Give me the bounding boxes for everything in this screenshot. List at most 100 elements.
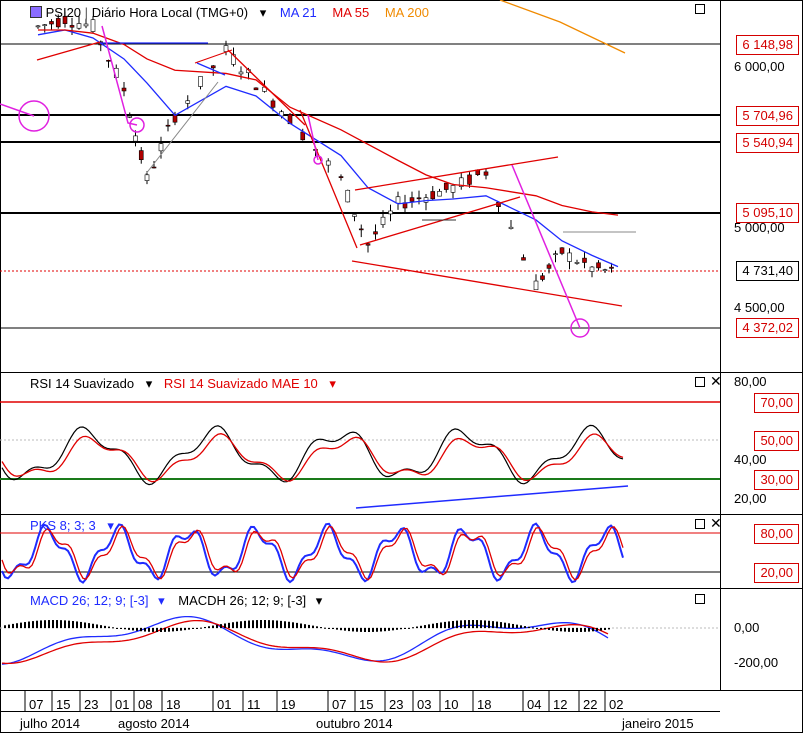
chart-window: { "panels": { "price": { "symbol": "PSI2… (0, 0, 803, 733)
macd-histogram-bar (532, 627, 534, 629)
candle (589, 266, 595, 272)
candle (380, 216, 386, 225)
maximize-button[interactable] (695, 594, 705, 604)
candle (49, 21, 54, 25)
macd-histogram-bar (344, 628, 346, 631)
candle (238, 71, 244, 75)
dropdown-icon[interactable]: ▾ (158, 593, 165, 608)
series-ma-55 (38, 29, 619, 216)
macd-histogram-bar (4, 625, 6, 628)
dropdown-icon[interactable]: ▾ (329, 376, 336, 391)
macd-histogram-bar (44, 620, 46, 628)
y-tick: 0,00 (734, 620, 760, 635)
maximize-button[interactable] (695, 519, 705, 529)
macd-histogram-bar (408, 627, 410, 629)
dropdown-icon[interactable]: ▾ (316, 593, 323, 608)
macd-histogram-bar (488, 620, 490, 628)
dropdown-icon[interactable]: ▾ (107, 518, 114, 533)
macd-histogram-bar (496, 621, 498, 628)
candle (553, 253, 558, 256)
macd-histogram-bar (436, 623, 438, 628)
macd-histogram-bar (552, 628, 554, 631)
candle (409, 197, 415, 202)
candle (144, 174, 150, 181)
rsi-panel-title[interactable]: RSI 14 Suavizado ▾ RSI 14 Suavizado MAE … (30, 376, 336, 392)
macd-histogram-bar (80, 621, 82, 628)
swing-line (307, 114, 319, 161)
macd-histogram-bar (136, 628, 138, 631)
legend-ma21[interactable]: MA 21 (280, 5, 317, 20)
macd-histogram-bar (304, 624, 306, 628)
macd-histogram-bar (172, 628, 174, 632)
close-icon[interactable]: ✕ (710, 375, 722, 389)
candle (373, 231, 378, 235)
level-label: 4 372,02 (736, 318, 799, 338)
macd-histogram-bar (456, 620, 458, 628)
price-panel-title[interactable]: PSI20 | Diário Hora Local (TMG+0) ▾ MA 2… (30, 5, 429, 21)
macd-histogram-bar (608, 628, 610, 630)
macd-histogram-bar (60, 620, 62, 628)
rsi-ma-line (1, 433, 624, 483)
macd-histogram-bar (284, 621, 286, 628)
macd-histogram-bar (132, 628, 134, 631)
date-label: 10 (444, 697, 459, 712)
candle (35, 25, 41, 28)
symbol-icon (30, 6, 42, 18)
candle (582, 257, 587, 263)
macd-histogram-bar (268, 620, 270, 628)
candle (395, 196, 401, 204)
date-label: 23 (389, 697, 404, 712)
candle (121, 87, 127, 92)
macd-histogram-bar (520, 625, 522, 628)
macd-panel-title[interactable]: MACD 26; 12; 9; [-3] ▾ MACDH 26; 12; 9; … (30, 593, 322, 609)
macd-histogram-bar (200, 627, 202, 629)
macd-histogram-bar (308, 624, 310, 628)
dropdown-icon[interactable]: ▾ (146, 376, 153, 391)
macd-histogram-bar (368, 628, 370, 632)
macd-histogram-bar (224, 623, 226, 628)
candle (483, 171, 489, 176)
macd-histogram-bar (128, 628, 130, 630)
macd-histogram-bar (332, 628, 334, 630)
macd-histogram-bar (548, 628, 550, 631)
macd-histogram-bar (72, 621, 74, 628)
macd-histogram-bar (36, 620, 38, 628)
pks-panel-title[interactable]: PKS 8; 3; 3 ▾ (30, 518, 114, 534)
candle (559, 247, 565, 254)
series-ma-200 (499, 0, 626, 54)
swing-line (511, 164, 581, 329)
legend-ma55[interactable]: MA 55 (332, 5, 369, 20)
macd-histogram-bar (76, 621, 78, 628)
macd-histogram-bar (540, 628, 542, 629)
macd-histogram-bar (240, 621, 242, 628)
maximize-button[interactable] (695, 377, 705, 387)
macd-histogram-bar (160, 628, 162, 632)
macd-histogram-bar (176, 628, 178, 632)
month-label: janeiro 2015 (622, 716, 694, 731)
last-price-label: 4 731,40 (736, 261, 799, 281)
date-label: 11 (247, 697, 261, 712)
close-icon[interactable]: ✕ (710, 517, 722, 531)
date-label: 19 (281, 697, 296, 712)
rsi-ma-title[interactable]: RSI 14 Suavizado MAE 10 (164, 376, 318, 391)
legend-ma200[interactable]: MA 200 (385, 5, 429, 20)
maximize-button[interactable] (695, 4, 705, 14)
macd-histogram-bar (544, 628, 546, 630)
macd-histogram-bar (444, 621, 446, 628)
macd-histogram-bar (280, 620, 282, 628)
y-tick: 4 500,00 (734, 300, 785, 315)
candle (540, 275, 545, 280)
candle (365, 243, 371, 246)
candle (345, 189, 351, 203)
dropdown-icon[interactable]: ▾ (260, 5, 267, 20)
date-label: 18 (477, 697, 492, 712)
level-label: 30,00 (754, 470, 799, 490)
macd-histogram-bar (276, 620, 278, 628)
macd-histogram-bar (324, 627, 326, 629)
date-label: 04 (527, 697, 542, 712)
macd-histogram-bar (272, 620, 274, 628)
candle (210, 65, 216, 69)
macd-histogram-bar (372, 628, 374, 632)
candle (450, 185, 456, 193)
macd-histogram-bar (588, 628, 590, 632)
